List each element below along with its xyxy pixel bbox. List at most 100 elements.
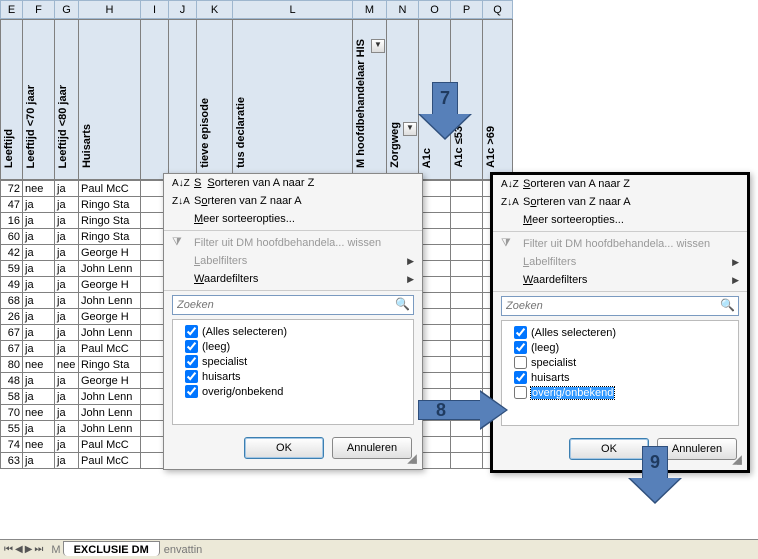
cell[interactable]: ja: [23, 373, 55, 389]
cell[interactable]: 67: [1, 341, 23, 357]
cell[interactable]: [451, 325, 483, 341]
cell[interactable]: Paul McC: [79, 437, 141, 453]
cell[interactable]: ja: [55, 373, 79, 389]
cell[interactable]: 68: [1, 293, 23, 309]
tab-prev-icon[interactable]: ◀: [15, 544, 23, 555]
chk-all[interactable]: [514, 326, 527, 339]
cell[interactable]: [451, 309, 483, 325]
chk-leeg[interactable]: [514, 341, 527, 354]
cell[interactable]: ja: [55, 421, 79, 437]
cell[interactable]: ja: [23, 453, 55, 469]
col-header[interactable]: Q: [483, 1, 513, 19]
cell[interactable]: ja: [23, 213, 55, 229]
cell[interactable]: [419, 229, 451, 245]
tab-first-icon[interactable]: ⏮: [4, 544, 13, 555]
cell[interactable]: 80: [1, 357, 23, 373]
cell[interactable]: [451, 453, 483, 469]
cell[interactable]: ja: [23, 293, 55, 309]
tab-last-icon[interactable]: ⏭: [34, 544, 43, 555]
chk-overig[interactable]: [514, 386, 527, 399]
col-header[interactable]: O: [419, 1, 451, 19]
resize-grip-icon[interactable]: [407, 454, 417, 464]
cell[interactable]: [451, 181, 483, 197]
cell[interactable]: [419, 357, 451, 373]
cell[interactable]: ja: [55, 325, 79, 341]
cell[interactable]: nee: [55, 357, 79, 373]
cell[interactable]: [451, 437, 483, 453]
cell[interactable]: [451, 357, 483, 373]
cell[interactable]: [419, 261, 451, 277]
cell[interactable]: ja: [55, 229, 79, 245]
cell[interactable]: ja: [55, 309, 79, 325]
cell[interactable]: 70: [1, 405, 23, 421]
cell[interactable]: nee: [23, 181, 55, 197]
chk-specialist[interactable]: [185, 355, 198, 368]
cell[interactable]: nee: [23, 357, 55, 373]
sort-az[interactable]: A↓ZSorteren van A naar Z: [493, 175, 747, 193]
cell[interactable]: ja: [55, 277, 79, 293]
more-sort[interactable]: Meer sorteeropties...: [493, 211, 747, 229]
chk-huisarts[interactable]: [185, 370, 198, 383]
cell[interactable]: John Lenn: [79, 405, 141, 421]
cell[interactable]: 59: [1, 261, 23, 277]
cell[interactable]: 42: [1, 245, 23, 261]
cell[interactable]: 55: [1, 421, 23, 437]
cell[interactable]: [451, 245, 483, 261]
cell[interactable]: [451, 277, 483, 293]
cell[interactable]: [451, 293, 483, 309]
cell[interactable]: Ringo Sta: [79, 357, 141, 373]
cell[interactable]: 58: [1, 389, 23, 405]
cell[interactable]: George H: [79, 373, 141, 389]
cell[interactable]: nee: [23, 405, 55, 421]
sheet-tab-active[interactable]: EXCLUSIE DM: [63, 541, 160, 556]
cell[interactable]: 47: [1, 197, 23, 213]
chk-huisarts[interactable]: [514, 371, 527, 384]
cell[interactable]: John Lenn: [79, 325, 141, 341]
cell[interactable]: 63: [1, 453, 23, 469]
filter-search-input[interactable]: [172, 295, 414, 315]
col-header[interactable]: J: [169, 1, 197, 19]
value-filters[interactable]: Waardefilters▶: [164, 270, 422, 288]
cell[interactable]: [419, 245, 451, 261]
cell[interactable]: ja: [23, 197, 55, 213]
cell[interactable]: [419, 293, 451, 309]
cell[interactable]: ja: [55, 261, 79, 277]
cell[interactable]: [419, 213, 451, 229]
cell[interactable]: 49: [1, 277, 23, 293]
cell[interactable]: [451, 261, 483, 277]
cell[interactable]: ja: [23, 325, 55, 341]
cancel-button[interactable]: Annuleren: [332, 437, 412, 459]
col-header[interactable]: E: [1, 1, 23, 19]
cell[interactable]: ja: [23, 229, 55, 245]
cell[interactable]: ja: [55, 341, 79, 357]
cell[interactable]: ja: [23, 245, 55, 261]
cell[interactable]: Ringo Sta: [79, 197, 141, 213]
col-header[interactable]: I: [141, 1, 169, 19]
col-header[interactable]: P: [451, 1, 483, 19]
cell[interactable]: ja: [55, 389, 79, 405]
cell[interactable]: John Lenn: [79, 389, 141, 405]
cell[interactable]: ja: [23, 389, 55, 405]
col-header[interactable]: H: [79, 1, 141, 19]
cell[interactable]: [451, 197, 483, 213]
cell[interactable]: 16: [1, 213, 23, 229]
cell[interactable]: ja: [23, 421, 55, 437]
chk-overig[interactable]: [185, 385, 198, 398]
tab-nav[interactable]: ⏮ ◀ ▶ ⏭: [0, 544, 47, 555]
cell[interactable]: George H: [79, 309, 141, 325]
cell[interactable]: 74: [1, 437, 23, 453]
filter-search-input[interactable]: [501, 296, 739, 316]
value-filters[interactable]: Waardefilters▶: [493, 271, 747, 289]
cell[interactable]: John Lenn: [79, 293, 141, 309]
sheet-tab-left[interactable]: M: [51, 544, 60, 556]
filter-dropdown-icon[interactable]: ▼: [403, 122, 417, 136]
cell[interactable]: 48: [1, 373, 23, 389]
cell[interactable]: [419, 277, 451, 293]
cell[interactable]: 67: [1, 325, 23, 341]
cell[interactable]: Paul McC: [79, 341, 141, 357]
cell[interactable]: George H: [79, 245, 141, 261]
cell[interactable]: [419, 181, 451, 197]
filter-dropdown-icon[interactable]: ▼: [371, 39, 385, 53]
cell[interactable]: [451, 229, 483, 245]
cell[interactable]: ja: [23, 341, 55, 357]
